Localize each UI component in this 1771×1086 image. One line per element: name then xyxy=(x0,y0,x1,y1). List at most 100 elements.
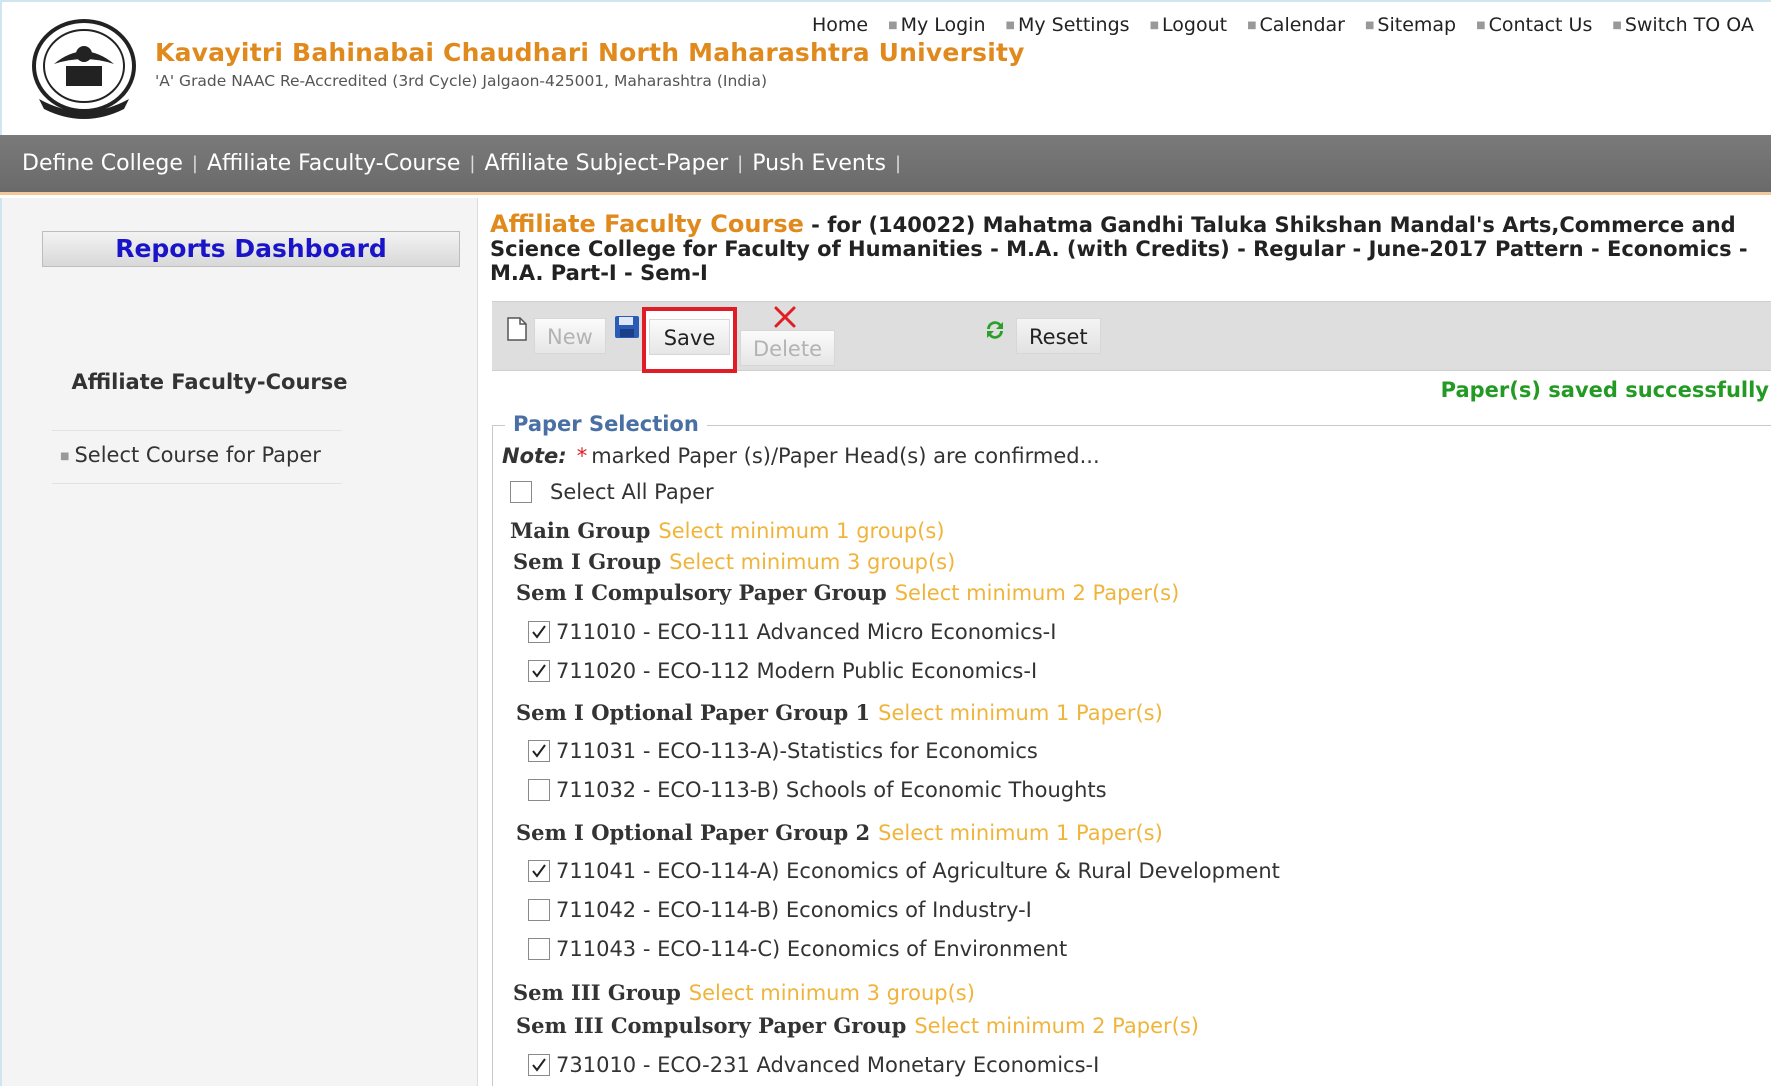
university-name: Kavayitri Bahinabai Chaudhari North Maha… xyxy=(155,38,1025,67)
fieldset-legend: Paper Selection xyxy=(505,412,707,436)
paper-label: 711043 - ECO-114-C) Economics of Environ… xyxy=(556,937,1068,961)
group-title: Sem III Compulsory Paper Group xyxy=(516,1013,907,1038)
group-hint: Select minimum 2 Paper(s) xyxy=(914,1013,1199,1038)
page-title-accent: Affiliate Faculty Course xyxy=(490,210,804,238)
required-star: * xyxy=(576,444,588,468)
select-all-label: Select All Paper xyxy=(550,480,714,504)
status-message: Paper(s) saved successfully xyxy=(1440,378,1769,402)
nav-push-events[interactable]: Push Events xyxy=(752,151,886,176)
group-title: Sem III Group xyxy=(513,980,681,1005)
nav-separator: | xyxy=(469,153,476,174)
top-link-home[interactable]: Home xyxy=(812,14,868,36)
note-label: Note: xyxy=(502,444,567,468)
checkmark-icon xyxy=(532,625,546,639)
paper-checkbox[interactable] xyxy=(528,660,550,682)
paper-checkbox[interactable] xyxy=(528,860,550,882)
site-header: Kavayitri Bahinabai Chaudhari North Maha… xyxy=(0,0,1771,135)
sidebar-divider xyxy=(52,430,342,431)
paper-checkbox[interactable] xyxy=(528,1054,550,1076)
paper-checkbox[interactable] xyxy=(528,938,550,960)
bullet-icon: ■ xyxy=(1612,19,1622,31)
note-text: Note: * marked Paper (s)/Paper Head(s) are… xyxy=(502,444,1100,468)
top-link-my-login[interactable]: ■ My Login xyxy=(888,14,985,36)
save-button[interactable]: Save xyxy=(649,319,730,355)
nav-affiliate-subject-paper[interactable]: Affiliate Subject-Paper xyxy=(485,151,729,176)
reset-refresh-icon xyxy=(987,321,1003,339)
bullet-icon: ■ xyxy=(1364,19,1375,31)
paper-label: 711042 - ECO-114-B) Economics of Industr… xyxy=(556,898,1032,922)
paper-row: 711043 - ECO-114-C) Economics of Environ… xyxy=(528,937,1067,961)
top-link-logout[interactable]: ■ Logout xyxy=(1150,14,1228,36)
checkmark-icon xyxy=(532,864,546,878)
paper-checkbox[interactable] xyxy=(528,621,550,643)
group-row: Sem III Compulsory Paper Group Select min… xyxy=(516,1013,1199,1038)
bullet-icon: ■ xyxy=(1247,19,1257,31)
select-all-checkbox[interactable] xyxy=(510,481,532,503)
top-link-contact-us[interactable]: ■ Contact Us xyxy=(1476,14,1592,36)
delete-button[interactable]: Delete xyxy=(740,330,835,366)
group-hint: Select minimum 3 group(s) xyxy=(669,549,956,574)
group-row: Sem I Optional Paper Group 1 Select minim… xyxy=(516,700,1163,725)
paper-label: 711032 - ECO-113-B) Schools of Economic … xyxy=(556,778,1107,802)
paper-label: 711020 - ECO-112 Modern Public Economics… xyxy=(556,659,1038,683)
group-title: Sem I Compulsory Paper Group xyxy=(516,580,887,605)
bullet-icon: ■ xyxy=(1005,19,1015,31)
sidebar-link-select-course[interactable]: ■ Select Course for Paper xyxy=(60,443,321,467)
top-link-switch-to-oa[interactable]: ■ Switch TO OA xyxy=(1612,14,1754,36)
paper-row: 731010 - ECO-231 Advanced Monetary Econo… xyxy=(528,1053,1099,1077)
top-link-calendar[interactable]: ■ Calendar xyxy=(1247,14,1345,36)
group-hint: Select minimum 1 Paper(s) xyxy=(878,700,1163,725)
paper-row: 711020 - ECO-112 Modern Public Economics… xyxy=(528,659,1037,683)
paper-row: 711041 - ECO-114-A) Economics of Agricul… xyxy=(528,859,1280,883)
bullet-icon: ■ xyxy=(60,450,70,462)
paper-checkbox[interactable] xyxy=(528,779,550,801)
checkmark-icon xyxy=(532,1058,546,1072)
save-highlight-box: Save xyxy=(642,307,737,373)
bullet-icon: ■ xyxy=(1476,19,1486,31)
save-disk-icon xyxy=(615,316,639,338)
paper-checkbox[interactable] xyxy=(528,740,550,762)
top-link-my-settings[interactable]: ■ My Settings xyxy=(1006,14,1130,36)
new-document-icon xyxy=(507,317,527,341)
paper-row: 711010 - ECO-111 Advanced Micro Economic… xyxy=(528,620,1056,644)
group-row: Main Group Select minimum 1 group(s) xyxy=(510,518,945,543)
delete-x-icon xyxy=(774,306,796,328)
new-button[interactable]: New xyxy=(534,318,606,354)
top-link-sitemap[interactable]: ■ Sitemap xyxy=(1365,14,1456,36)
sidebar-section-title: Affiliate Faculty-Course xyxy=(71,370,348,394)
note-body: marked Paper (s)/Paper Head(s) are confi… xyxy=(591,444,1100,468)
bullet-icon: ■ xyxy=(888,19,898,31)
paper-row: 711031 - ECO-113-A)-Statistics for Econo… xyxy=(528,739,1038,763)
nav-separator: | xyxy=(894,153,902,174)
select-all-row: Select All Paper xyxy=(510,480,714,504)
nav-separator: | xyxy=(191,153,198,174)
sidebar: Reports Dashboard Affiliate Faculty-Cour… xyxy=(0,198,478,1086)
toolbar: New Save Delete Reset xyxy=(492,301,1771,373)
group-row: Sem I Compulsory Paper Group Select minim… xyxy=(516,580,1179,605)
group-title: Main Group xyxy=(510,518,651,543)
nav-separator: | xyxy=(737,153,744,174)
paper-label: 711010 - ECO-111 Advanced Micro Economic… xyxy=(556,620,1057,644)
reports-dashboard-button[interactable]: Reports Dashboard xyxy=(42,231,460,267)
checkmark-icon xyxy=(532,744,546,758)
paper-label: 711031 - ECO-113-A)-Statistics for Econo… xyxy=(556,739,1038,763)
main-content: Affiliate Faculty Course - for (140022) … xyxy=(478,198,1771,1086)
paper-row: 711042 - ECO-114-B) Economics of Industr… xyxy=(528,898,1032,922)
page-title: Affiliate Faculty Course - for (140022) … xyxy=(490,212,1765,285)
sidebar-divider xyxy=(52,483,342,484)
group-title: Sem I Group xyxy=(513,549,662,574)
nav-affiliate-faculty-course[interactable]: Affiliate Faculty-Course xyxy=(207,151,460,176)
university-logo xyxy=(32,19,136,119)
top-links: Home ■ My Login ■ My Settings ■ Logout ■ Cal… xyxy=(812,14,1771,36)
group-hint: Select minimum 1 group(s) xyxy=(658,518,945,543)
bullet-icon: ■ xyxy=(1149,19,1160,31)
reset-button[interactable]: Reset xyxy=(1016,318,1101,354)
nav-define-college[interactable]: Define College xyxy=(22,151,183,176)
group-row: Sem I Optional Paper Group 2 Select minim… xyxy=(516,820,1163,845)
group-row: Sem III Group Select minimum 3 group(s) xyxy=(513,980,975,1005)
group-hint: Select minimum 3 group(s) xyxy=(688,980,975,1005)
group-title: Sem I Optional Paper Group 1 xyxy=(516,700,871,725)
group-hint: Select minimum 1 Paper(s) xyxy=(878,820,1163,845)
paper-checkbox[interactable] xyxy=(528,899,550,921)
group-row: Sem I Group Select minimum 3 group(s) xyxy=(513,549,955,574)
